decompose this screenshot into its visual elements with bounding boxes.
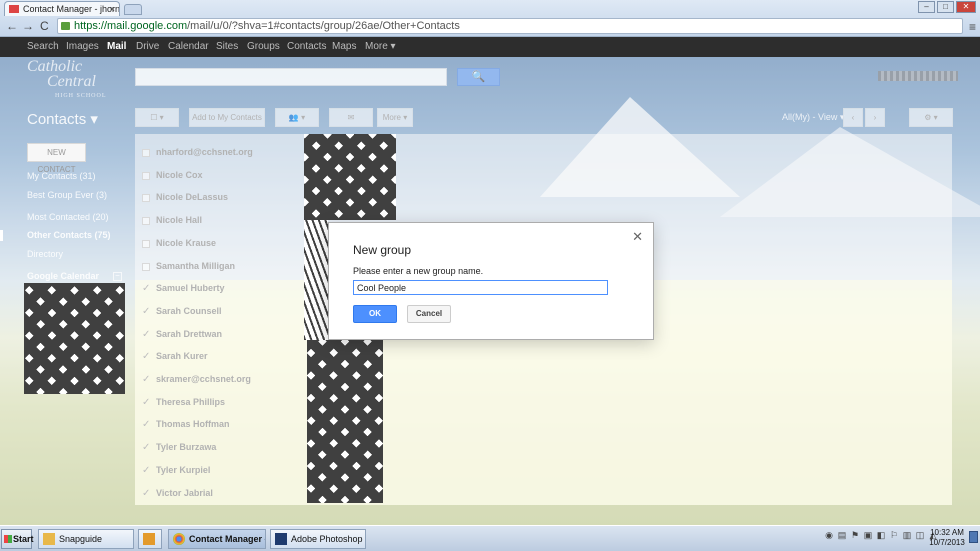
tray-icon[interactable]: ▥ — [902, 529, 912, 541]
tab-close-icon[interactable]: × — [110, 2, 115, 16]
media-player-icon — [143, 533, 155, 545]
task-label: Contact Manager - ... — [189, 534, 265, 544]
tray-icon[interactable]: ▣ — [863, 529, 873, 541]
system-clock[interactable]: 10:32 AM 10/7/2013 — [928, 528, 966, 548]
clock-time: 10:32 AM — [930, 528, 964, 537]
new-group-dialog: ✕ New group Please enter a new group nam… — [328, 222, 654, 340]
gbar-maps[interactable]: Maps — [332, 41, 356, 52]
back-icon[interactable]: ← — [6, 19, 18, 33]
browser-chrome: Contact Manager - jhorn × – □ ✕ ← → C ht… — [0, 0, 980, 37]
dialog-prompt: Please enter a new group name. — [353, 266, 484, 276]
start-label: Start — [13, 534, 34, 544]
tray-icon[interactable]: ▤ — [837, 529, 847, 541]
folder-icon — [43, 533, 55, 545]
gbar-search[interactable]: Search — [27, 41, 59, 52]
tray-icon[interactable]: ◧ — [876, 529, 886, 541]
gbar-groups[interactable]: Groups — [247, 41, 280, 52]
windows-taskbar: Start Snapguide Contact Manager - ... Ad… — [0, 525, 980, 551]
tray-icon[interactable]: ◉ — [824, 529, 834, 541]
minimize-button[interactable]: – — [918, 1, 935, 13]
show-desktop-button[interactable] — [969, 531, 978, 543]
google-bar: Search Images Mail Drive Calendar Sites … — [0, 37, 980, 57]
maximize-button[interactable]: □ — [937, 1, 954, 13]
url-path: /mail/u/0/?shva=1#contacts/group/26ae/Ot… — [187, 20, 460, 32]
close-icon[interactable]: ✕ — [632, 229, 643, 245]
gbar-images[interactable]: Images — [66, 41, 99, 52]
browser-tab[interactable]: Contact Manager - jhorn × — [4, 1, 120, 16]
start-button[interactable]: Start — [1, 529, 34, 549]
tray-icon[interactable]: ◫ — [915, 529, 925, 541]
taskbar-item-chrome[interactable]: Contact Manager - ... — [168, 529, 266, 549]
new-tab-button[interactable] — [124, 4, 142, 15]
windows-flag-icon — [4, 535, 12, 543]
clock-date: 10/7/2013 — [929, 538, 965, 547]
gmail-icon — [9, 5, 19, 13]
chrome-icon — [173, 533, 185, 545]
photoshop-icon — [275, 533, 287, 545]
address-bar[interactable]: https://mail.google.com/mail/u/0/?shva=1… — [57, 18, 963, 34]
task-label: Snapguide — [59, 534, 103, 544]
gbar-calendar[interactable]: Calendar — [168, 41, 209, 52]
taskbar-item-media[interactable] — [138, 529, 162, 549]
forward-icon[interactable]: → — [22, 19, 34, 33]
tray-icon[interactable]: ⚑ — [850, 529, 860, 541]
gbar-sites[interactable]: Sites — [216, 41, 238, 52]
group-name-input[interactable] — [353, 280, 608, 295]
gbar-contacts[interactable]: Contacts — [287, 41, 326, 52]
taskbar-item-photoshop[interactable]: Adobe Photoshop C... — [270, 529, 366, 549]
dialog-title: New group — [353, 243, 412, 257]
system-tray: ◉ ▤ ⚑ ▣ ◧ ⚐ ▥ ◫ ◭ — [824, 529, 938, 541]
window-controls: – □ ✕ — [918, 1, 976, 13]
url-host: https://mail.google.com — [74, 20, 188, 32]
task-label: Adobe Photoshop C... — [291, 534, 365, 544]
gbar-more[interactable]: More ▾ — [365, 41, 396, 52]
gbar-drive[interactable]: Drive — [136, 41, 159, 52]
lock-icon — [61, 22, 70, 30]
ok-button[interactable]: OK — [353, 305, 397, 323]
tray-icon[interactable]: ⚐ — [889, 529, 899, 541]
reload-icon[interactable]: C — [40, 19, 49, 33]
tab-title: Contact Manager - jhorn — [23, 4, 120, 14]
cancel-button[interactable]: Cancel — [407, 305, 451, 323]
menu-icon[interactable]: ≡ — [969, 20, 976, 34]
gbar-mail[interactable]: Mail — [107, 41, 126, 52]
taskbar-item-snapguide[interactable]: Snapguide — [38, 529, 134, 549]
window-close-button[interactable]: ✕ — [956, 1, 976, 13]
